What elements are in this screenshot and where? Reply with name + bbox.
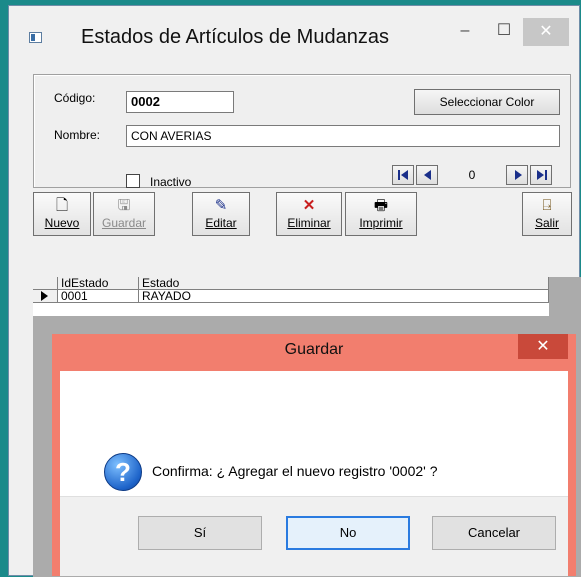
grid-corner: [33, 277, 58, 290]
exit-door-icon: ⍈: [542, 197, 552, 214]
nombre-field[interactable]: CON AVERIAS: [126, 125, 560, 147]
table-cell-idestado[interactable]: 0001: [58, 290, 139, 303]
next-record-button[interactable]: [506, 165, 528, 185]
first-record-button[interactable]: [392, 165, 414, 185]
window-title: Estados de Artículos de Mudanzas: [81, 26, 389, 48]
no-button[interactable]: No: [286, 516, 410, 550]
edit-icon: ✎: [214, 197, 228, 214]
app-icon: [29, 32, 42, 43]
confirm-dialog: Guardar ✕ ? Confirma: ¿ Agregar el nuevo…: [52, 334, 576, 576]
editar-label: Editar: [205, 216, 237, 230]
editar-button[interactable]: ✎ Editar: [192, 192, 250, 236]
guardar-button[interactable]: 🖫 Guardar: [93, 192, 155, 236]
nuevo-button[interactable]: 🗋 Nuevo: [33, 192, 91, 236]
last-bar-icon: [545, 170, 547, 180]
row-indicator[interactable]: [33, 290, 58, 303]
new-document-icon: 🗋: [55, 197, 69, 214]
select-color-button[interactable]: Seleccionar Color: [414, 89, 560, 115]
dialog-close-button[interactable]: ✕: [518, 334, 568, 359]
dialog-title: Guardar: [284, 341, 344, 358]
imprimir-button[interactable]: 🖶 Imprimir: [345, 192, 417, 236]
salir-button[interactable]: ⍈ Salir: [522, 192, 572, 236]
form-panel: Código: 0002 Seleccionar Color Nombre: C…: [33, 74, 571, 189]
grid-content: IdEstado Estado 0001 RAYADO: [33, 277, 549, 316]
si-button[interactable]: Sí: [138, 516, 262, 550]
record-position: 0: [468, 168, 476, 182]
dialog-message: Confirma: ¿ Agregar el nuevo registro '0…: [152, 463, 438, 479]
current-row-arrow-icon: [41, 291, 48, 301]
cancelar-button[interactable]: Cancelar: [432, 516, 556, 550]
title-bar[interactable]: Estados de Artículos de Mudanzas – ☐ ✕: [9, 6, 579, 62]
delete-icon: ✕: [302, 197, 316, 214]
print-icon: 🖶: [373, 197, 389, 214]
last-arrow-icon: [537, 170, 544, 180]
column-header-estado[interactable]: Estado: [139, 277, 549, 290]
prev-arrow-icon: [424, 170, 431, 180]
prev-record-button[interactable]: [416, 165, 438, 185]
inactivo-label: Inactivo: [150, 175, 192, 189]
nombre-label: Nombre:: [54, 128, 101, 142]
save-icon: 🖫: [117, 197, 131, 214]
imprimir-label: Imprimir: [359, 216, 403, 230]
table-cell-estado[interactable]: RAYADO: [139, 290, 549, 303]
question-icon: ?: [104, 453, 142, 491]
first-arrow-icon: [401, 170, 408, 180]
codigo-field[interactable]: 0002: [126, 91, 234, 113]
first-bar-icon: [398, 170, 400, 180]
eliminar-label: Eliminar: [287, 216, 331, 230]
close-button[interactable]: ✕: [523, 18, 569, 46]
guardar-label: Guardar: [101, 216, 147, 230]
inactivo-checkbox[interactable]: [126, 174, 140, 188]
last-record-button[interactable]: [530, 165, 552, 185]
maximize-button[interactable]: ☐: [486, 18, 522, 46]
salir-label: Salir: [534, 216, 559, 230]
eliminar-button[interactable]: ✕ Eliminar: [276, 192, 342, 236]
next-arrow-icon: [515, 170, 522, 180]
nuevo-label: Nuevo: [44, 216, 80, 230]
codigo-label: Código:: [54, 91, 96, 105]
column-header-idestado[interactable]: IdEstado: [58, 277, 139, 290]
minimize-button[interactable]: –: [447, 18, 483, 46]
